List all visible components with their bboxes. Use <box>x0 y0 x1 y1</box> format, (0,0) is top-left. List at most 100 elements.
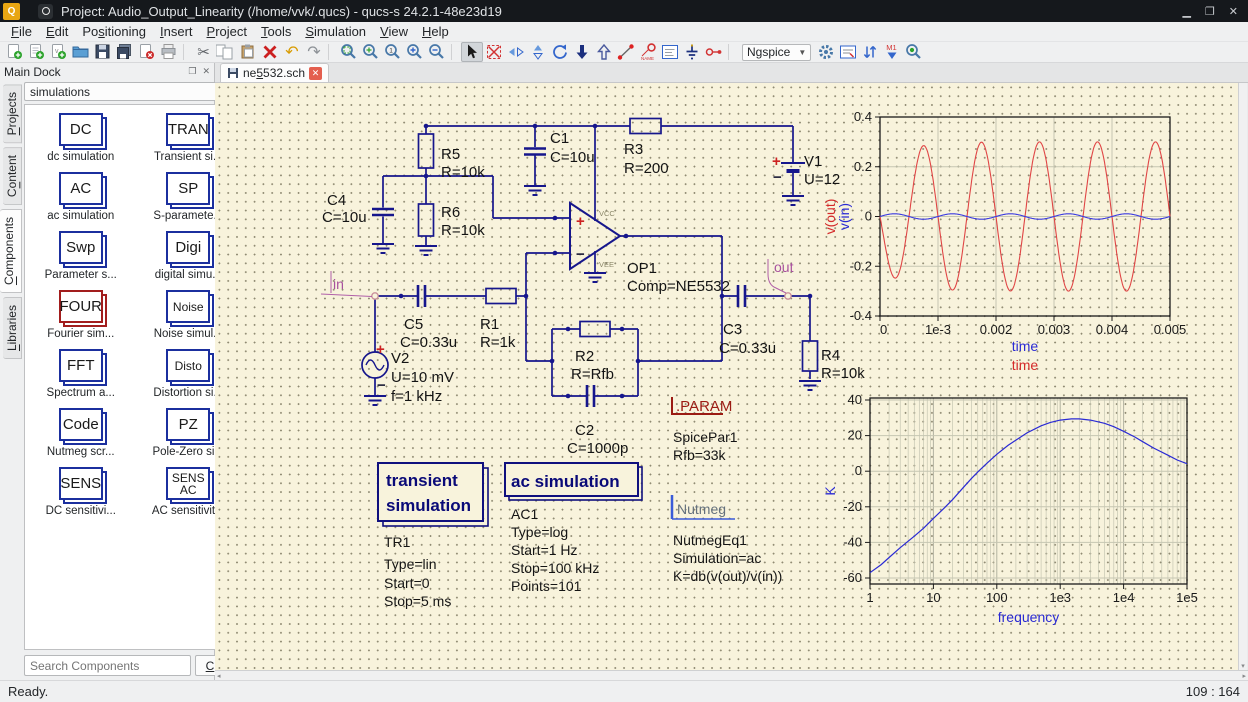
new-verilog-document-button[interactable]: v <box>48 42 70 62</box>
probe-button[interactable] <box>903 42 925 62</box>
component-fft[interactable]: FFT Spectrum a... <box>27 349 135 399</box>
menu-project[interactable]: Project <box>200 23 254 40</box>
wire-button[interactable] <box>615 42 637 62</box>
mirror-x-button[interactable] <box>527 42 549 62</box>
ground-v2[interactable] <box>363 395 387 406</box>
undo-button[interactable]: ↶ <box>281 42 303 62</box>
horizontal-scrollbar[interactable]: ◂ ▸ <box>215 670 1248 680</box>
tab-content[interactable]: Content <box>3 147 22 206</box>
svg-text:0.004: 0.004 <box>1096 322 1129 337</box>
minimize-button[interactable]: ▁ <box>1182 5 1190 18</box>
new-text-document-button[interactable] <box>26 42 48 62</box>
transient-plot[interactable]: 0 1e-3 0.002 0.003 0.004 0.005 0.4 0.2 0 -0.2 -0.4… <box>822 109 1186 373</box>
port-button[interactable] <box>703 42 725 62</box>
redo-button[interactable]: ↷ <box>303 42 325 62</box>
simulate-gear-button[interactable] <box>815 42 837 62</box>
ground-r6[interactable] <box>414 245 438 256</box>
schematic-canvas[interactable]: R5 R=10k R6 R=10k C4 C=10u C1 C=10u R3 R… <box>215 83 1238 670</box>
transient-simulation-block[interactable]: transient simulation TR1 Type=lin Start=… <box>377 462 489 609</box>
menu-positioning[interactable]: Positioning <box>75 23 153 40</box>
save-file-button[interactable] <box>92 42 114 62</box>
ground-c1[interactable] <box>523 185 547 196</box>
marker-button[interactable]: M1 <box>881 42 903 62</box>
dock-close-button[interactable]: ✕ <box>202 66 210 77</box>
close-document-button[interactable] <box>136 42 158 62</box>
svg-text:1e5: 1e5 <box>1176 590 1198 605</box>
menu-view[interactable]: View <box>373 23 415 40</box>
new-document-button[interactable] <box>4 42 26 62</box>
menu-edit[interactable]: Edit <box>39 23 75 40</box>
resistor-r4[interactable]: R4 R=10k <box>801 340 866 382</box>
resistor-r3[interactable]: R3 R=200 <box>624 117 669 178</box>
node-name-button[interactable]: NAME <box>637 42 659 62</box>
pop-up-button[interactable] <box>593 42 615 62</box>
tab-components[interactable]: Components <box>0 209 22 294</box>
rotate-button[interactable] <box>549 42 571 62</box>
resistor-r2[interactable]: R2 R=Rfb <box>571 320 614 384</box>
component-ac[interactable]: AC ac simulation <box>27 172 135 222</box>
zoom-in-button[interactable] <box>404 42 426 62</box>
spice-param-block[interactable]: .PARAM SpicePar1 Rfb=33k <box>671 397 738 463</box>
component-four[interactable]: FOUR Fourier sim... <box>27 290 135 340</box>
delete-button[interactable] <box>259 42 281 62</box>
maximize-button[interactable]: ❐ <box>1205 5 1215 18</box>
zoom-1-1-button[interactable]: 1 <box>382 42 404 62</box>
svg-text:-0.2: -0.2 <box>850 258 872 273</box>
zoom-window-button[interactable] <box>360 42 382 62</box>
ground-opamp[interactable] <box>583 272 607 283</box>
capacitor-c5[interactable]: C5 C=0.33u <box>400 285 457 351</box>
save-all-button[interactable] <box>114 42 136 62</box>
open-file-button[interactable] <box>70 42 92 62</box>
port-in[interactable]: in <box>320 271 379 300</box>
equation-icon <box>662 45 678 59</box>
menu-simulation[interactable]: Simulation <box>298 23 373 40</box>
menu-file[interactable]: File <box>4 23 39 40</box>
exchange-button[interactable] <box>859 42 881 62</box>
resistor-r1[interactable]: R1 R=1k <box>480 287 517 352</box>
ac-simulation-block[interactable]: ac simulation AC1 Type=log Start=1 Hz St… <box>504 462 643 594</box>
paste-button[interactable] <box>237 42 259 62</box>
dock-float-button[interactable]: ❒ <box>188 66 196 77</box>
mirror-y-button[interactable] <box>505 42 527 62</box>
resistor-r6[interactable]: R6 R=10k <box>417 203 486 239</box>
copy-button[interactable] <box>215 42 237 62</box>
close-button[interactable]: ✕ <box>1229 5 1238 18</box>
ground-r4[interactable] <box>798 380 822 391</box>
zoom-out-button[interactable] <box>426 42 448 62</box>
sim-settings-button[interactable] <box>837 42 859 62</box>
port-out[interactable]: out <box>767 259 794 300</box>
document-tab-ne5532[interactable]: ne5532.sch ✕ <box>220 63 330 82</box>
vertical-scrollbar[interactable]: ▾ <box>1238 83 1247 670</box>
source-v1[interactable]: + − V1 U=12 <box>772 153 840 188</box>
component-dc[interactable]: DC dc simulation <box>27 113 135 163</box>
ac-plot[interactable]: 1 10 100 1e3 1e4 1e5 40 20 0 -20 -40 -60 frequency K <box>822 392 1198 625</box>
menu-help[interactable]: Help <box>415 23 456 40</box>
toolbar-separator <box>328 44 335 60</box>
simulator-select[interactable]: Ngspice ▼ <box>742 43 812 61</box>
ground-button[interactable] <box>681 42 703 62</box>
zoom-fit-button[interactable] <box>338 42 360 62</box>
rotate-icon <box>553 44 567 59</box>
component-code[interactable]: Code Nutmeg scr... <box>27 408 135 458</box>
select-button[interactable] <box>461 42 483 62</box>
svg-text:.PARAM: .PARAM <box>676 398 732 415</box>
ground-v1[interactable] <box>781 195 805 206</box>
equation-button[interactable] <box>659 42 681 62</box>
component-category-select[interactable]: simulations▼ <box>24 82 245 101</box>
svg-text:M1: M1 <box>887 43 897 52</box>
menu-insert[interactable]: Insert <box>153 23 200 40</box>
tab-projects[interactable]: Projects <box>3 84 22 144</box>
nutmeg-equation-block[interactable]: Nutmeg NutmegEq1 Simulation=ac K=db(v(ou… <box>670 495 782 584</box>
tab-libraries[interactable]: Libraries <box>3 297 22 360</box>
ground-c4[interactable] <box>371 243 395 254</box>
print-button[interactable] <box>158 42 180 62</box>
tab-close-icon[interactable]: ✕ <box>309 66 323 80</box>
search-components-input[interactable] <box>24 655 191 676</box>
cut-button[interactable]: ✂ <box>193 42 215 62</box>
resistor-r5[interactable]: R5 R=10k <box>417 133 486 181</box>
menu-tools[interactable]: Tools <box>254 23 298 40</box>
push-down-button[interactable] <box>571 42 593 62</box>
component-swp[interactable]: Swp Parameter s... <box>27 231 135 281</box>
deactivate-button[interactable] <box>483 42 505 62</box>
component-sens[interactable]: SENS DC sensitivi... <box>27 467 135 517</box>
